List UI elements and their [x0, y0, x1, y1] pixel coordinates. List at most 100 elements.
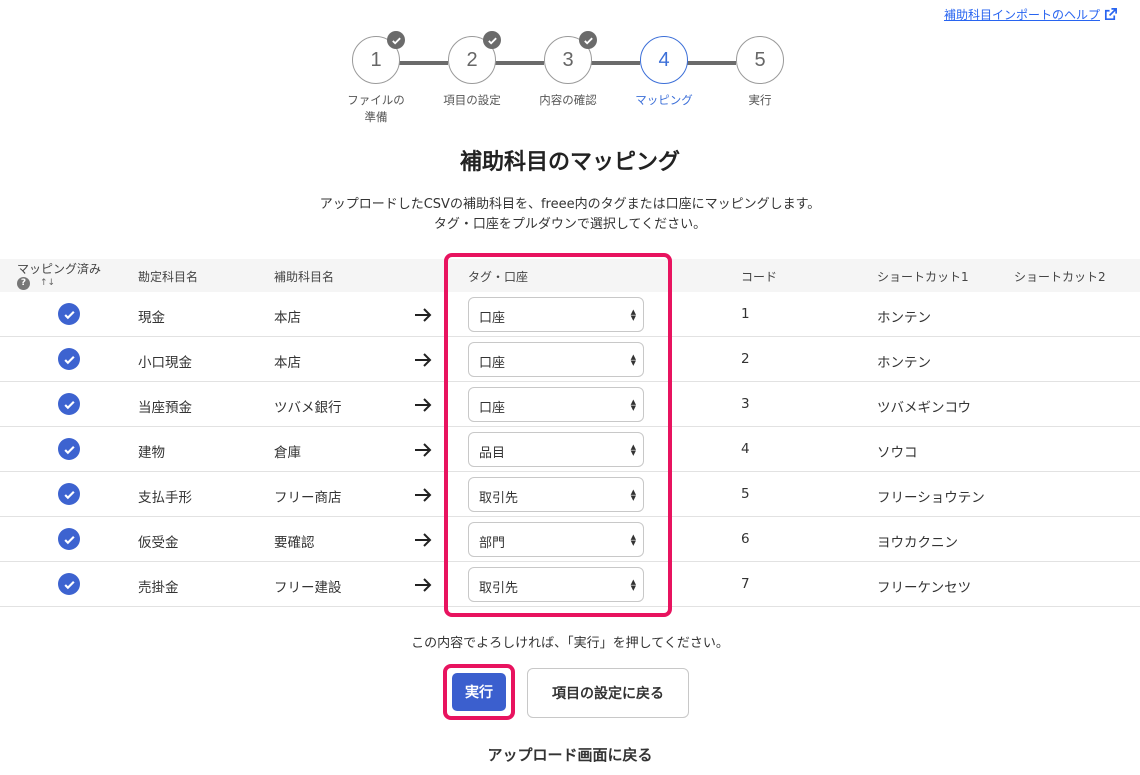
mapped-check-icon	[58, 303, 80, 325]
run-button[interactable]: 実行	[452, 673, 506, 711]
step-5: 5 実行	[712, 36, 808, 109]
account-name: 現金	[138, 310, 165, 326]
code: 1	[741, 306, 750, 322]
description-line-2: タグ・口座をプルダウンで選択してください。	[433, 217, 707, 233]
code: 4	[741, 441, 750, 457]
step-number: 5	[754, 48, 766, 71]
step-number: 1	[370, 48, 382, 71]
tag-select-value: 取引先	[479, 581, 519, 596]
code: 6	[741, 531, 750, 547]
tag-select[interactable]: 品目 ▲ ▼	[468, 432, 644, 467]
tag-select[interactable]: 口座 ▲ ▼	[468, 297, 644, 332]
sub-account-name: フリー建設	[274, 580, 342, 596]
mapped-check-icon	[58, 483, 80, 505]
code: 5	[741, 486, 750, 502]
page-description: アップロードしたCSVの補助科目を、freee内のタグまたは口座にマッピングしま…	[0, 195, 1140, 235]
step-number: 3	[562, 48, 574, 71]
external-link-icon	[1104, 8, 1117, 21]
sub-account-name: フリー商店	[274, 490, 342, 506]
arrow-right-icon	[415, 398, 432, 412]
header-mapped: マッピング済み ? ↑↓	[17, 262, 102, 291]
table-row: 建物 倉庫 品目 ▲ ▼ 4 ソウコ	[0, 427, 1140, 472]
shortcut1: ツバメギンコウ	[877, 400, 971, 416]
step-number: 4	[658, 48, 670, 71]
arrow-right-icon	[415, 578, 432, 592]
step-label: 実行	[748, 93, 772, 107]
step-4: 4 マッピング	[616, 36, 712, 109]
shortcut1: フリーケンセツ	[877, 580, 972, 596]
step-circle: 1	[352, 31, 405, 84]
tag-select[interactable]: 部門 ▲ ▼	[468, 522, 644, 557]
step-circle: 4	[640, 36, 688, 84]
shortcut1: ソウコ	[877, 445, 918, 461]
table-row: 売掛金 フリー建設 取引先 ▲ ▼ 7 フリーケンセツ	[0, 562, 1140, 607]
back-to-settings-button[interactable]: 項目の設定に戻る	[527, 668, 689, 718]
header-shortcut2: ショートカット2	[1014, 270, 1106, 284]
tag-select-value: 口座	[479, 401, 506, 416]
tag-select[interactable]: 取引先 ▲ ▼	[468, 567, 644, 602]
step-2: 2 項目の設定	[424, 31, 520, 109]
tag-select-value: 取引先	[479, 491, 519, 506]
step-number: 2	[466, 48, 478, 71]
table-row: 小口現金 本店 口座 ▲ ▼ 2 ホンテン	[0, 337, 1140, 382]
account-name: 売掛金	[138, 580, 179, 596]
check-icon	[387, 31, 405, 49]
header-mapped-label: マッピング済み	[17, 262, 102, 276]
step-3: 3 内容の確認	[520, 31, 616, 109]
sub-account-name: 要確認	[274, 535, 315, 551]
shortcut1: フリーショウテン	[877, 490, 985, 506]
back-to-upload-link[interactable]: アップロード画面に戻る	[0, 744, 1140, 765]
tag-select-value: 口座	[479, 311, 506, 326]
code: 7	[741, 576, 750, 592]
tag-select[interactable]: 取引先 ▲ ▼	[468, 477, 644, 512]
arrow-right-icon	[415, 488, 432, 502]
sub-account-name: ツバメ銀行	[274, 400, 342, 416]
arrow-right-icon	[415, 533, 432, 547]
table-row: 現金 本店 口座 ▲ ▼ 1 ホンテン	[0, 292, 1140, 337]
tag-select[interactable]: 口座 ▲ ▼	[468, 342, 644, 377]
run-button-highlight: 実行	[443, 664, 515, 720]
header-shortcut1: ショートカット1	[877, 270, 969, 284]
arrow-right-icon	[415, 443, 432, 457]
stepper: 1 ファイルの 準備 2 項目の設定 3 内容の確認 4 マッピング 5 実行	[0, 31, 1140, 136]
table-row: 支払手形 フリー商店 取引先 ▲ ▼ 5 フリーショウテン	[0, 472, 1140, 517]
header-tag: タグ・口座	[468, 270, 529, 284]
select-caret-icon: ▲ ▼	[630, 488, 636, 502]
account-name: 当座預金	[138, 400, 192, 416]
step-label: ファイルの 準備	[347, 93, 405, 124]
table-header: マッピング済み ? ↑↓ 勘定科目名 補助科目名 タグ・口座 コード ショートカ…	[0, 259, 1140, 292]
sub-account-name: 本店	[274, 310, 301, 326]
help-link[interactable]: 補助科目インポートのヘルプ	[944, 6, 1118, 23]
code: 2	[741, 351, 750, 367]
mapped-check-icon	[58, 393, 80, 415]
step-1: 1 ファイルの 準備	[328, 31, 424, 125]
sort-icon[interactable]: ↑↓	[40, 278, 55, 289]
account-name: 支払手形	[138, 490, 192, 506]
mapped-check-icon	[58, 348, 80, 370]
tag-select[interactable]: 口座 ▲ ▼	[468, 387, 644, 422]
select-caret-icon: ▲ ▼	[630, 398, 636, 412]
sub-account-name: 本店	[274, 355, 301, 371]
account-name: 建物	[138, 445, 165, 461]
shortcut1: ホンテン	[877, 310, 931, 326]
header-code: コード	[741, 270, 778, 284]
table-row: 当座預金 ツバメ銀行 口座 ▲ ▼ 3 ツバメギンコウ	[0, 382, 1140, 427]
check-icon	[483, 31, 501, 49]
check-icon	[579, 31, 597, 49]
step-circle: 5	[736, 36, 784, 84]
arrow-right-icon	[415, 353, 432, 367]
code: 3	[741, 396, 750, 412]
help-icon[interactable]: ?	[17, 277, 30, 291]
select-caret-icon: ▲ ▼	[630, 578, 636, 592]
arrow-right-icon	[415, 308, 432, 322]
help-link-label: 補助科目インポートのヘルプ	[943, 8, 1100, 22]
step-circle: 3	[544, 31, 597, 84]
header-account: 勘定科目名	[138, 270, 199, 284]
mapped-check-icon	[58, 438, 80, 460]
select-caret-icon: ▲ ▼	[630, 443, 636, 457]
header-sub-account: 補助科目名	[274, 270, 335, 284]
shortcut1: ヨウカクニン	[877, 535, 958, 551]
tag-select-value: 口座	[479, 356, 506, 371]
select-caret-icon: ▲ ▼	[630, 353, 636, 367]
mapped-check-icon	[58, 528, 80, 550]
